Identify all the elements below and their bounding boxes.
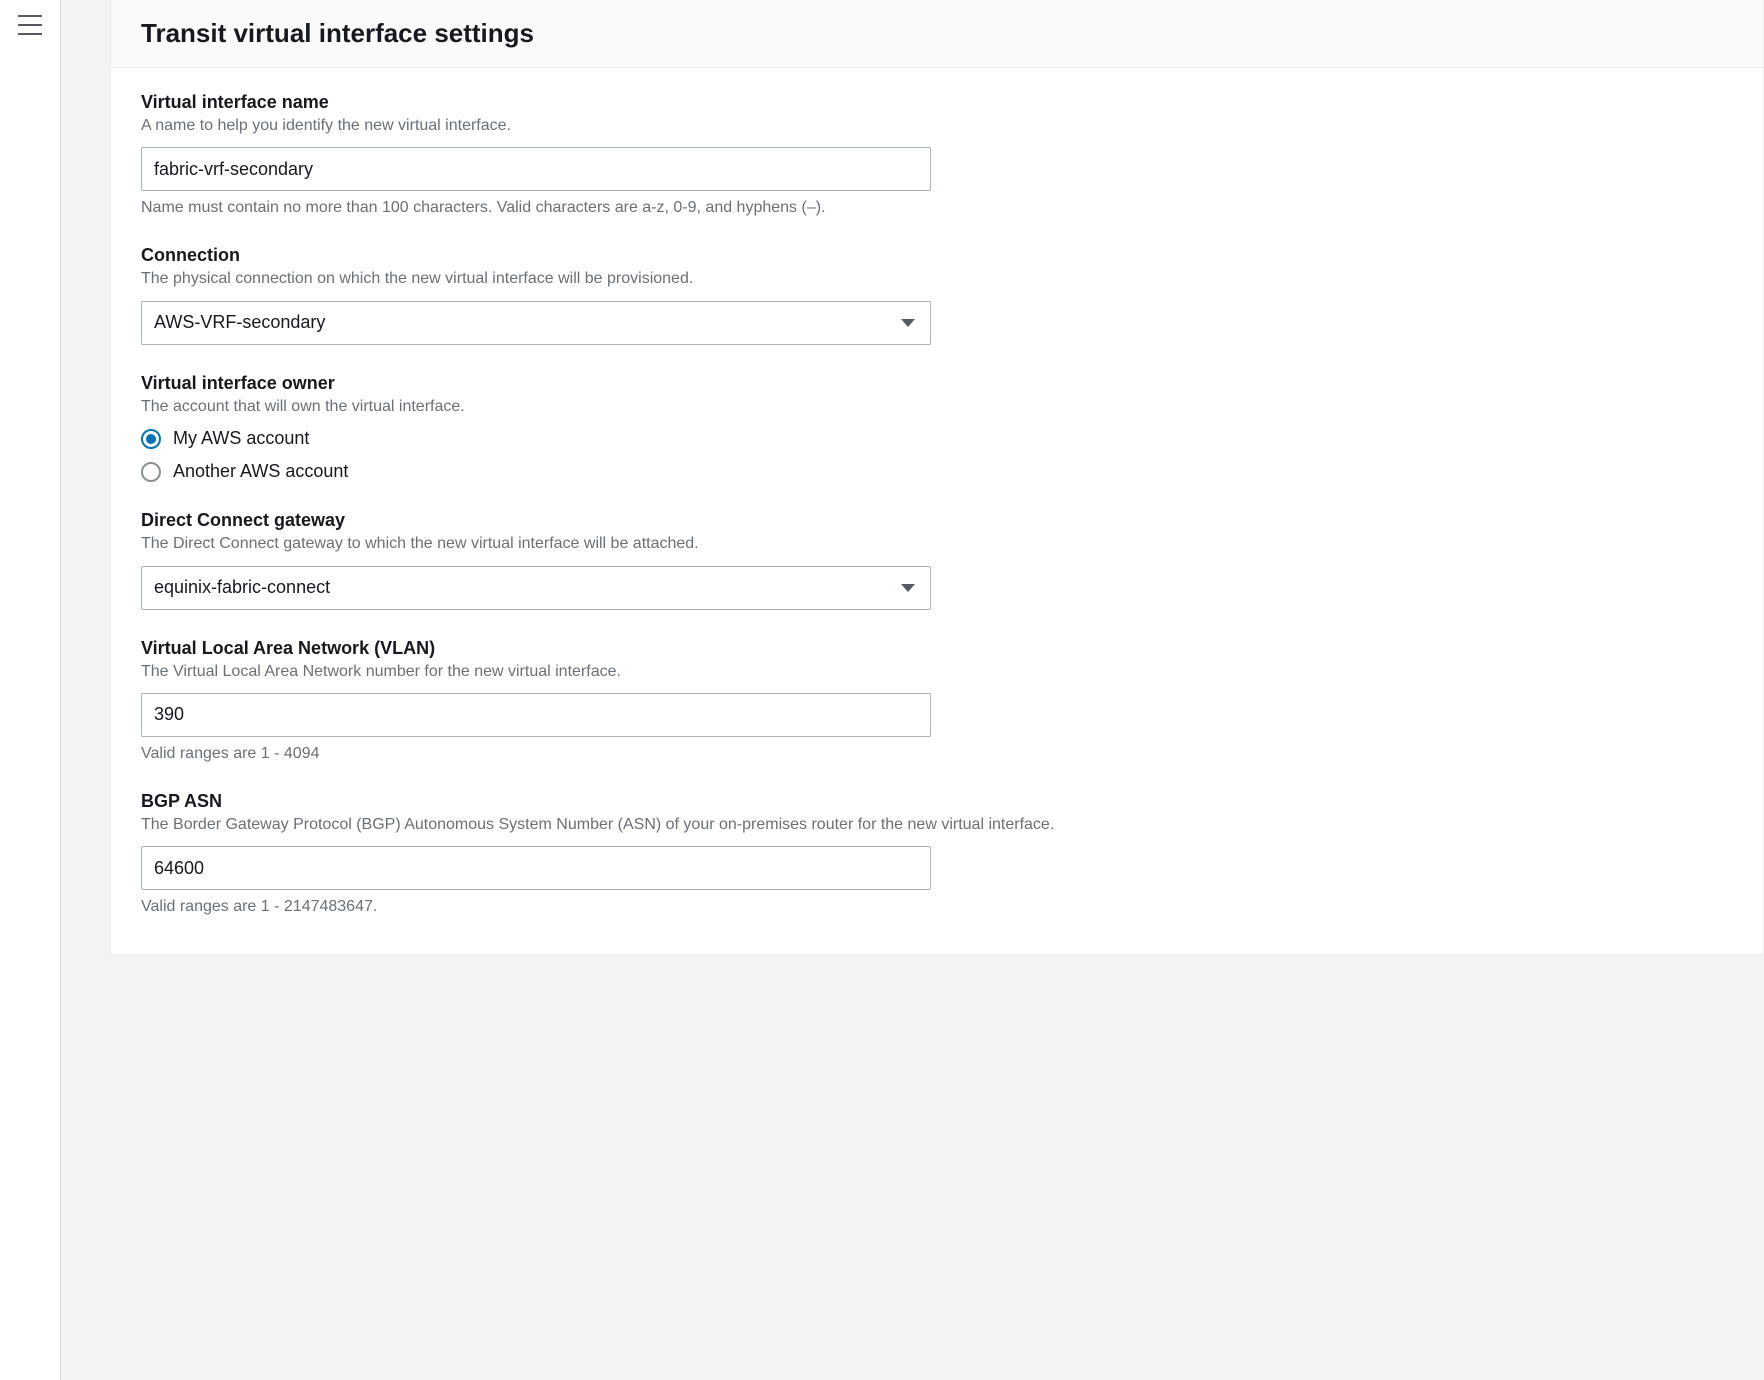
field-vif-name: Virtual interface name A name to help yo… [141,92,1733,217]
vlan-input[interactable] [141,693,931,737]
vif-name-label: Virtual interface name [141,92,1733,113]
field-gateway: Direct Connect gateway The Direct Connec… [141,510,1733,609]
field-vlan: Virtual Local Area Network (VLAN) The Vi… [141,638,1733,763]
owner-radio-another-account[interactable]: Another AWS account [141,461,1733,482]
owner-label: Virtual interface owner [141,373,1733,394]
bgp-asn-constraint: Valid ranges are 1 - 2147483647. [141,898,1733,916]
gateway-help: The Direct Connect gateway to which the … [141,533,1733,555]
connection-help: The physical connection on which the new… [141,268,1733,290]
gutter [60,0,110,1380]
main-content: Transit virtual interface settings Virtu… [110,0,1764,1380]
owner-radio-my-account[interactable]: My AWS account [141,428,1733,449]
vif-name-input[interactable] [141,147,931,191]
gateway-label: Direct Connect gateway [141,510,1733,531]
vlan-label: Virtual Local Area Network (VLAN) [141,638,1733,659]
left-rail [0,0,60,1380]
vlan-help: The Virtual Local Area Network number fo… [141,661,1733,683]
connection-select[interactable]: AWS-VRF-secondary [141,301,931,345]
bgp-asn-label: BGP ASN [141,791,1733,812]
gateway-select-value: equinix-fabric-connect [154,577,330,598]
connection-label: Connection [141,245,1733,266]
vif-name-constraint: Name must contain no more than 100 chara… [141,199,1733,217]
settings-panel: Transit virtual interface settings Virtu… [110,0,1764,955]
owner-radio-my-account-label: My AWS account [173,428,309,449]
field-bgp-asn: BGP ASN The Border Gateway Protocol (BGP… [141,791,1733,916]
radio-icon [141,429,161,449]
owner-radio-group: My AWS account Another AWS account [141,428,1733,482]
connection-select-value: AWS-VRF-secondary [154,312,325,333]
panel-header: Transit virtual interface settings [111,0,1763,68]
vlan-constraint: Valid ranges are 1 - 4094 [141,745,1733,763]
panel-title: Transit virtual interface settings [141,18,1733,49]
owner-radio-another-account-label: Another AWS account [173,461,348,482]
field-connection: Connection The physical connection on wh… [141,245,1733,344]
owner-help: The account that will own the virtual in… [141,396,1733,418]
bgp-asn-input[interactable] [141,846,931,890]
bgp-asn-help: The Border Gateway Protocol (BGP) Autono… [141,814,1733,836]
gateway-select[interactable]: equinix-fabric-connect [141,566,931,610]
gateway-select-wrap: equinix-fabric-connect [141,566,931,610]
vif-name-help: A name to help you identify the new virt… [141,115,1733,137]
menu-icon[interactable] [18,15,42,35]
field-owner: Virtual interface owner The account that… [141,373,1733,482]
panel-body: Virtual interface name A name to help yo… [111,68,1763,954]
radio-icon [141,462,161,482]
app-root: Transit virtual interface settings Virtu… [0,0,1764,1380]
radio-dot-icon [146,434,156,444]
connection-select-wrap: AWS-VRF-secondary [141,301,931,345]
